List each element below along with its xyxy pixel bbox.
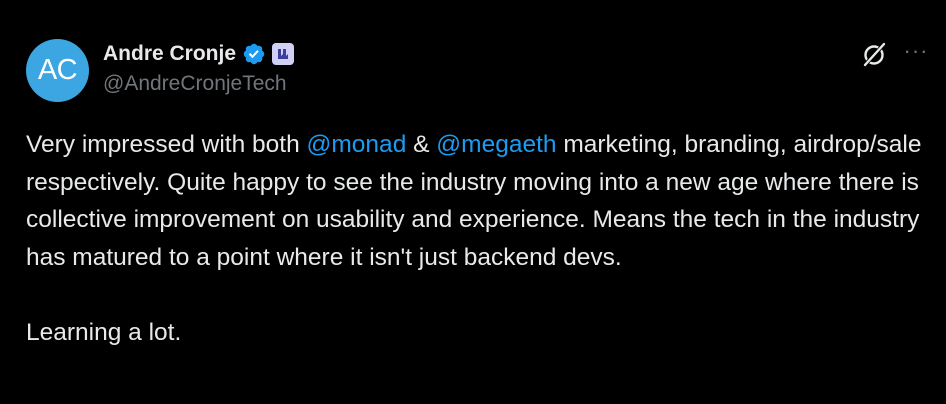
- author-handle[interactable]: @AndreCronjeTech: [103, 72, 287, 96]
- tweet-paragraph-2: Learning a lot.: [26, 318, 182, 346]
- mention-megaeth-link[interactable]: @megaeth: [436, 131, 556, 158]
- affiliate-badge-icon[interactable]: [272, 43, 295, 65]
- tweet-text-segment: Very impressed with both: [26, 131, 307, 158]
- avatar-initials: AC: [37, 54, 78, 86]
- mention-monad-link[interactable]: @monad: [307, 131, 407, 158]
- avatar[interactable]: AC: [26, 39, 89, 102]
- author-display-name[interactable]: Andre Cronje: [103, 42, 236, 66]
- grok-icon[interactable]: [860, 40, 888, 68]
- more-options-icon[interactable]: ···: [903, 38, 929, 64]
- tweet-text: Very impressed with both @monad & @megae…: [26, 126, 931, 351]
- verified-badge-icon[interactable]: [242, 42, 266, 66]
- author-name-row: Andre Cronje: [103, 40, 295, 68]
- tweet-text-segment: &: [406, 131, 437, 158]
- tweet: AC Andre Cronje @AndreCronjeTech ··· Ver…: [0, 0, 946, 404]
- tweet-paragraph-1: Very impressed with both @monad & @megae…: [26, 126, 931, 276]
